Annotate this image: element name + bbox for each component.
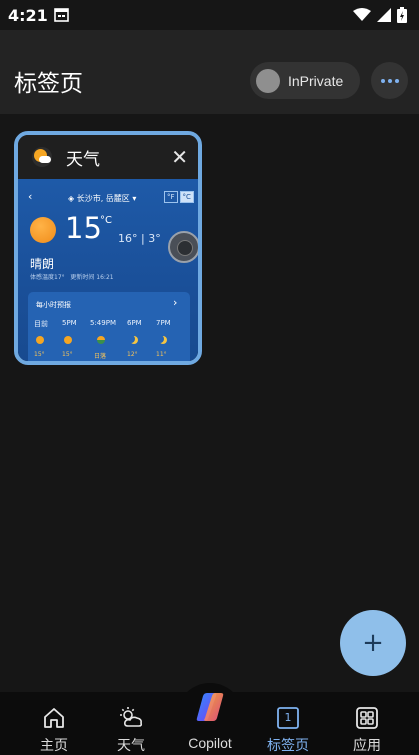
nav-item-tabs[interactable]: 1 标签页 — [253, 692, 323, 755]
floating-widget-icon — [168, 231, 198, 263]
calendar-icon — [53, 8, 69, 22]
tab-card-title: 天气 — [66, 149, 100, 170]
tab-card-weather[interactable]: 天气 ✕ ‹ ◈ 长沙市, 岳麓区 ▾ °F °C 15 °C 16° | 3°… — [14, 131, 202, 365]
nav-item-weather[interactable]: 天气 — [96, 692, 166, 755]
preview-unit-c: °C — [179, 191, 194, 203]
preview-unit-f: °F — [164, 191, 178, 203]
sunny-icon — [64, 336, 72, 344]
close-tab-icon[interactable]: ✕ — [171, 147, 188, 167]
nav-label-apps: 应用 — [353, 737, 381, 753]
preview-hour: 目前 — [34, 320, 48, 328]
battery-icon — [397, 7, 407, 23]
preview-temp-unit: °C — [100, 215, 112, 226]
moon-icon — [159, 336, 167, 344]
preview-hour-value: 12° — [127, 351, 138, 358]
inprivate-toggle-icon — [256, 68, 280, 93]
preview-high-low: 16° | 3° — [118, 232, 161, 245]
nav-label-copilot: Copilot — [188, 735, 232, 751]
preview-hourly-card: 每小时预报 › 目前 5PM 5:49PM 6PM 7PM 15° 15° 日落… — [28, 292, 190, 361]
moon-icon — [130, 336, 138, 344]
preview-meta: 体感温度17° 更新时间 16:21 — [30, 272, 114, 281]
preview-hour: 6PM — [127, 319, 142, 327]
plus-icon: + — [362, 628, 384, 658]
more-dot-icon — [387, 78, 392, 83]
more-dot-icon — [394, 78, 399, 83]
new-tab-button[interactable]: + — [340, 610, 406, 676]
preview-temperature: 15 — [65, 211, 102, 245]
back-chevron-icon: ‹ — [28, 190, 33, 203]
preview-hour-value: 15° — [62, 351, 73, 358]
weather-favicon-icon — [32, 147, 52, 167]
nav-label-weather: 天气 — [117, 737, 145, 753]
sunny-icon — [30, 217, 56, 243]
nav-label-tabs: 标签页 — [267, 737, 309, 753]
nav-label-home: 主页 — [40, 737, 68, 753]
status-time: 4:21 — [8, 5, 48, 25]
nav-item-home[interactable]: 主页 — [19, 692, 89, 755]
tab-count: 1 — [284, 711, 292, 724]
chevron-right-icon: › — [173, 296, 178, 309]
apps-icon — [356, 707, 378, 729]
preview-updated: 更新时间 16:21 — [70, 274, 114, 281]
preview-hour: 7PM — [156, 319, 171, 327]
preview-location: ◈ 长沙市, 岳麓区 ▾ — [68, 194, 137, 203]
preview-hourly-title: 每小时预报 — [36, 301, 71, 309]
home-icon — [44, 708, 64, 728]
status-bar: 4:21 — [0, 0, 419, 30]
sunset-icon — [97, 336, 105, 344]
wifi-icon — [353, 8, 371, 21]
inprivate-button[interactable]: InPrivate — [250, 62, 360, 99]
more-dot-icon — [380, 78, 385, 83]
preview-hour-value: 11° — [156, 351, 167, 358]
copilot-icon[interactable] — [193, 690, 227, 724]
preview-hour: 5:49PM — [90, 319, 116, 327]
preview-hour-value: 15° — [34, 351, 45, 358]
weather-icon — [120, 707, 143, 727]
nav-item-apps[interactable]: 应用 — [332, 692, 402, 755]
preview-condition: 晴朗 — [30, 257, 55, 271]
preview-hour-value: 日落 — [94, 353, 107, 360]
inprivate-label: InPrivate — [288, 72, 344, 89]
preview-feels-like: 体感温度17° — [30, 274, 65, 281]
tab-preview-thumbnail: ‹ ◈ 长沙市, 岳麓区 ▾ °F °C 15 °C 16° | 3° 晴朗 体… — [18, 179, 198, 361]
signal-icon — [377, 8, 391, 22]
page-title: 标签页 — [14, 71, 83, 97]
tab-card-header: 天气 ✕ — [18, 135, 198, 179]
sunny-icon — [36, 336, 44, 344]
more-options-button[interactable] — [371, 62, 408, 99]
preview-hour: 5PM — [62, 319, 77, 327]
